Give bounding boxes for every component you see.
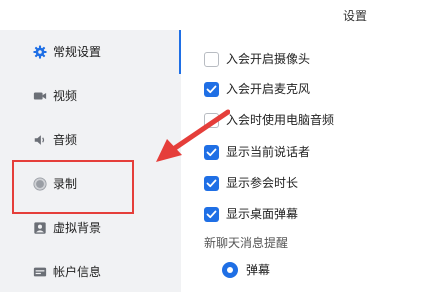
checkmark-icon	[206, 210, 217, 219]
id-card-icon	[33, 267, 47, 277]
checkmark-icon	[206, 179, 217, 188]
option-label: 显示当前说话者	[226, 145, 311, 159]
sidebar-item-account[interactable]: 帐户信息	[0, 250, 181, 292]
sidebar-item-label: 虚拟背景	[53, 221, 102, 235]
annotation-arrow-icon	[156, 109, 230, 162]
checkmark-icon	[206, 85, 217, 94]
checkbox[interactable]	[204, 82, 219, 97]
speaker-icon	[34, 135, 45, 145]
sidebar-item-label: 帐户信息	[53, 265, 102, 279]
video-camera-icon	[33, 92, 47, 100]
sidebar-item-label: 视频	[53, 89, 78, 103]
window-title: 设置	[343, 9, 368, 23]
annotation-highlight-box	[12, 160, 134, 214]
option-label: 弹幕	[246, 263, 271, 277]
sidebar-item-label: 常规设置	[53, 45, 102, 59]
chat-notification-heading: 新聊天消息提醒	[204, 236, 289, 250]
option-label: 显示参会时长	[226, 176, 299, 190]
checkbox[interactable]	[204, 52, 219, 67]
option-label: 入会时使用电脑音频	[226, 113, 335, 127]
checkbox[interactable]	[204, 207, 219, 222]
virtual-background-icon	[34, 222, 46, 234]
option-label: 入会开启摄像头	[226, 52, 311, 66]
sidebar-item-general[interactable]: 常规设置	[0, 30, 181, 74]
sidebar-item-label: 音频	[53, 133, 78, 147]
option-label: 显示桌面弹幕	[226, 207, 299, 221]
checkbox[interactable]	[204, 176, 219, 191]
option-label: 入会开启麦克风	[226, 82, 311, 96]
radio-button[interactable]	[222, 262, 238, 278]
title-bar: 设置	[0, 0, 443, 30]
gear-icon	[33, 45, 47, 59]
